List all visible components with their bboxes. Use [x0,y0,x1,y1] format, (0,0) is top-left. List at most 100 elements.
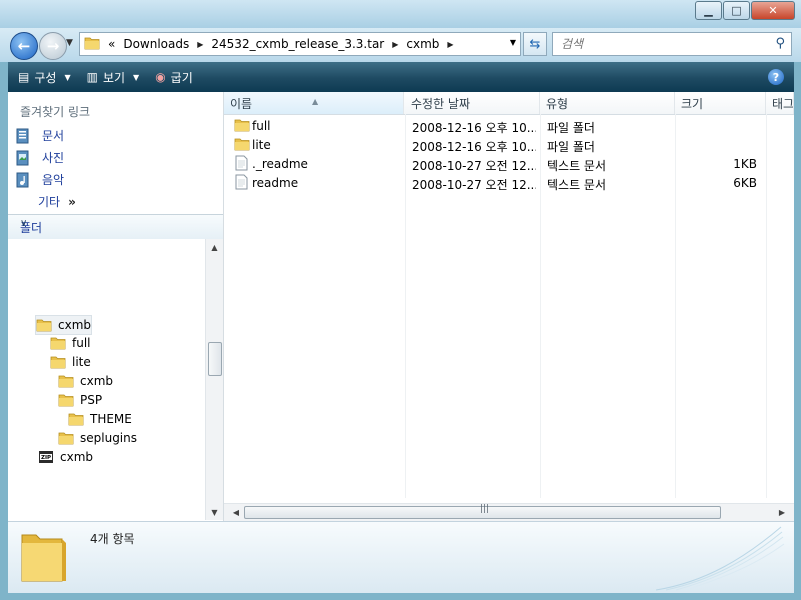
command-bar: ▤ 구성 ▼ ▥ 보기 ▼ ◉ 굽기 ? [8,62,794,92]
burn-button[interactable]: ◉ 굽기 [155,69,193,86]
column-name[interactable]: 이름 ▲ [224,92,404,114]
favorite-label: 음악 [42,173,65,187]
favorite-more-label: 기타 [38,195,61,209]
file-type: 파일 폴더 [547,121,595,135]
tree-node-cxmb-zip[interactable]: ZIP cxmb [38,448,93,466]
chevron-down-icon: ∨ [20,218,28,229]
file-type: 텍스트 문서 [547,159,607,173]
folders-header[interactable]: 폴더 ∨ [8,214,223,239]
organize-button[interactable]: ▤ 구성 ▼ [18,69,71,86]
file-date: 2008-12-16 오후 10... [412,121,536,135]
file-row[interactable]: ._readme 2008-10-27 오전 12... 텍스트 문서 1KB [224,155,794,174]
column-label: 수정한 날짜 [411,97,471,111]
tree-node-full[interactable]: full [50,334,91,352]
chevron-down-icon: ▼ [64,72,71,82]
tree-node-seplugins[interactable]: seplugins [58,429,137,447]
address-dropdown-icon[interactable]: ▼ [510,38,516,47]
file-row[interactable]: lite 2008-12-16 오후 10... 파일 폴더 [224,136,794,155]
views-label: 보기 [102,70,126,85]
favorite-documents[interactable]: 문서 [16,127,64,144]
file-name: readme [252,176,299,190]
tree-scrollbar[interactable]: ▲ ▼ [205,239,223,520]
breadcrumb-separator-icon[interactable]: ▶ [447,40,453,49]
file-name: full [252,119,271,133]
breadcrumb-release-folder[interactable]: 24532_cxmb_release_3.3.tar [211,37,384,51]
close-button[interactable]: ✕ [751,1,795,20]
file-name: lite [252,138,271,152]
search-box[interactable]: ⚲ [552,32,792,56]
file-date: 2008-10-27 오전 12... [412,178,536,192]
scroll-down-icon[interactable]: ▼ [206,504,223,520]
favorite-label: 사진 [42,151,65,165]
breadcrumb-cxmb[interactable]: cxmb [406,37,439,51]
breadcrumb-separator-icon[interactable]: ▶ [392,40,398,49]
minimize-button[interactable]: ▁ [695,1,722,20]
folder-icon [50,355,66,369]
tree-node-cxmb-sub[interactable]: cxmb [58,372,113,390]
decorative-swoosh-icon [656,526,785,591]
column-size[interactable]: 크기 [675,92,766,114]
recent-pages-dropdown[interactable]: ▼ [66,38,73,48]
maximize-icon: □ [731,4,742,17]
tree-node-cxmb[interactable]: cxmb [35,315,92,335]
favorite-more[interactable]: 기타 » [38,193,76,210]
column-label: 태그 [772,97,794,111]
file-size: 6KB [733,176,757,190]
column-type[interactable]: 유형 [540,92,675,114]
svg-text:ZIP: ZIP [41,455,51,461]
folder-icon [234,118,250,135]
back-button[interactable]: ← [10,32,38,60]
grip-icon: ||| [480,504,490,514]
scroll-up-icon[interactable]: ▲ [206,239,223,255]
refresh-button[interactable]: ⇆ [523,32,547,56]
favorite-music[interactable]: 음악 [16,171,64,188]
search-icon[interactable]: ⚲ [775,36,785,51]
breadcrumb-overflow[interactable]: « [108,37,115,51]
maximize-button[interactable]: □ [723,1,750,20]
tree-node-psp[interactable]: PSP [58,391,102,409]
file-date: 2008-12-16 오후 10... [412,140,536,154]
folder-icon [68,412,84,426]
navigation-pane: 즐겨찾기 링크 문서 사진 음악 기타 » 폴더 ∨ cxmb full lit… [8,92,224,521]
file-row[interactable]: readme 2008-10-27 오전 12... 텍스트 문서 6KB [224,174,794,193]
views-button[interactable]: ▥ 보기 ▼ [87,69,140,86]
tree-node-label: cxmb [58,318,92,332]
column-date-modified[interactable]: 수정한 날짜 [405,92,540,114]
search-input[interactable] [559,36,763,52]
views-icon: ▥ [86,70,98,84]
item-count: 4개 항목 [90,532,135,546]
file-name: ._readme [252,157,308,171]
scroll-left-icon[interactable]: ◀ [228,504,244,521]
forward-button[interactable]: → [39,32,67,60]
minimize-icon: ▁ [704,4,713,17]
tree-node-lite[interactable]: lite [50,353,91,371]
file-row[interactable]: full 2008-12-16 오후 10... 파일 폴더 [224,117,794,136]
folder-icon [58,431,74,445]
tree-node-label: seplugins [80,431,137,445]
breadcrumb-downloads[interactable]: Downloads [123,37,189,51]
column-tags[interactable]: 태그 [766,92,794,114]
large-folder-icon [18,527,68,588]
address-bar[interactable]: « Downloads ▶ 24532_cxmb_release_3.3.tar… [79,32,521,56]
back-arrow-icon: ← [17,37,31,55]
scroll-thumb[interactable]: ||| [244,504,721,519]
forward-arrow-icon: → [46,37,60,55]
scroll-thumb[interactable] [208,342,222,376]
file-size: 1KB [733,157,757,171]
breadcrumb-separator-icon[interactable]: ▶ [197,40,203,49]
folder-icon [84,36,100,53]
help-icon: ? [772,70,780,84]
organize-icon: ▤ [18,70,30,84]
file-type: 텍스트 문서 [547,178,607,192]
tree-node-theme[interactable]: THEME [68,410,132,428]
window-controls: ▁ □ ✕ [694,1,795,20]
folder-tree: cxmb full lite cxmb PSP THEME seplugins … [8,239,205,521]
favorite-pictures[interactable]: 사진 [16,149,64,166]
text-file-icon [235,174,248,193]
pictures-icon [16,150,30,166]
burn-disc-icon: ◉ [155,70,166,84]
scroll-right-icon[interactable]: ▶ [774,504,790,521]
tree-node-label: PSP [80,393,103,407]
help-button[interactable]: ? [768,69,784,85]
file-list-hscrollbar[interactable]: ◀ ||| ▶ [224,503,794,521]
